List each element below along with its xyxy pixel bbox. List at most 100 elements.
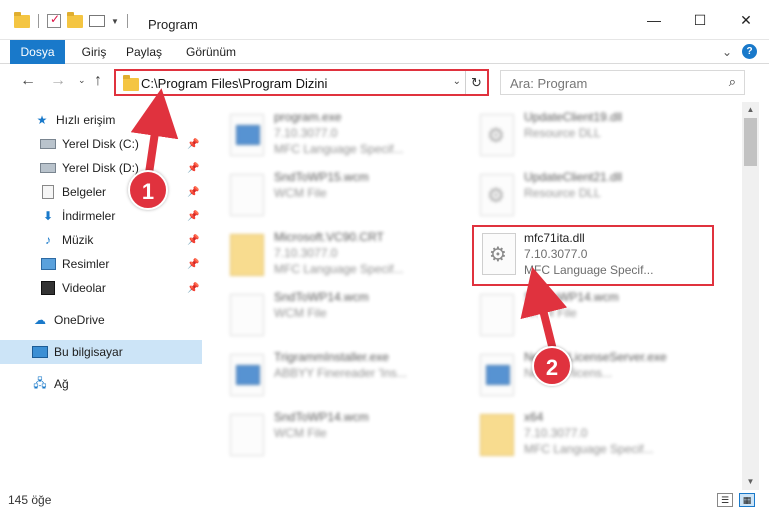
sidebar-item-onedrive[interactable]: ☁ OneDrive [0, 308, 202, 332]
search-input[interactable]: Ara: Program ⌕ [500, 70, 745, 95]
sidebar-item-music[interactable]: ♪ Müzik 📌 [0, 228, 202, 252]
application-icon [230, 354, 264, 396]
sidebar-item-local-disk-c[interactable]: Yerel Disk (C:) 📌 [0, 132, 202, 156]
scroll-thumb[interactable] [744, 118, 757, 166]
navigation-pane: ★ Hızlı erişim Yerel Disk (C:) 📌 Yerel D… [0, 102, 205, 490]
sidebar-item-label: Bu bilgisayar [54, 345, 123, 359]
drive-icon [40, 161, 56, 175]
file-name: SndToWP14.wcm [274, 410, 369, 424]
search-placeholder: Ara: Program [510, 76, 588, 91]
file-name: SndToWP15.wcm [274, 170, 369, 184]
back-arrow-icon[interactable]: ← [20, 72, 36, 90]
file-name: SndToWP14.wcm [274, 290, 369, 304]
recent-locations-icon[interactable]: ⌄ [78, 75, 86, 86]
ribbon-right: ⌄ ? [722, 44, 757, 59]
address-bar[interactable]: C:\Program Files\Program Dizini ⌄ ↻ [114, 69, 489, 96]
properties-icon[interactable] [47, 12, 61, 28]
view-toggles: ☰ ▦ [717, 493, 755, 507]
address-dropdown-icon[interactable]: ⌄ [453, 76, 461, 87]
document-icon [480, 294, 514, 336]
window-controls: — ☐ ✕ [631, 0, 769, 40]
documents-icon [40, 185, 56, 199]
file-type: WCM File [274, 306, 327, 320]
search-icon[interactable]: ⌕ [729, 74, 736, 90]
file-name: Microsoft.VC90.CRT [274, 230, 384, 244]
details-view-icon[interactable]: ☰ [717, 493, 733, 507]
tab-share[interactable]: Paylaş [120, 40, 168, 64]
minimize-button[interactable]: — [631, 0, 677, 40]
quick-access-toolbar: ▼ [14, 11, 130, 28]
pin-icon[interactable]: 📌 [187, 283, 199, 294]
sidebar-item-label: İndirmeler [62, 209, 116, 223]
pin-icon[interactable]: 📌 [187, 259, 199, 270]
dll-file-icon [480, 174, 514, 216]
list-item[interactable]: NetworkLicenseServer.exe Network licens.… [462, 346, 702, 406]
file-type: WCM File [524, 306, 577, 320]
navigation-bar: ← → ⌄ ↑ C:\Program Files\Program Dizini … [0, 64, 769, 102]
sidebar-item-network[interactable]: 🖧 Ağ [0, 372, 202, 396]
pin-icon[interactable]: 📌 [187, 139, 199, 150]
sidebar-item-downloads[interactable]: ⬇ İndirmeler 📌 [0, 204, 202, 228]
document-icon [230, 294, 264, 336]
up-arrow-icon[interactable]: ↑ [94, 72, 102, 90]
folder-icon [123, 75, 139, 91]
application-icon [480, 354, 514, 396]
toolbar-divider [126, 14, 128, 28]
list-item[interactable]: Microsoft.VC90.CRT 7.10.3077.0 MFC Langu… [212, 226, 452, 286]
sidebar-item-quick-access[interactable]: ★ Hızlı erişim [0, 108, 202, 132]
sidebar-item-label: Müzik [62, 233, 94, 247]
dll-file-icon [480, 114, 514, 156]
computer-icon [32, 345, 48, 359]
pin-icon[interactable]: 📌 [187, 187, 199, 198]
file-description: MFC Language Specif... [524, 263, 654, 277]
pin-icon[interactable]: 📌 [187, 211, 199, 222]
pin-icon[interactable]: 📌 [187, 235, 199, 246]
qat-dropdown-icon[interactable]: ▼ [111, 17, 119, 26]
list-item[interactable]: TrigrammInstaller.exe ABBYY Finereader '… [212, 346, 452, 406]
list-item[interactable]: UpdateClient21.dll Resource DLL [462, 166, 702, 226]
videos-icon [40, 281, 56, 295]
list-item[interactable]: SndToWP14.wcm WCM File [212, 286, 452, 346]
file-version: 7.10.3077.0 [524, 247, 588, 261]
new-folder-icon[interactable] [67, 11, 83, 28]
status-bar: 145 öğe ☰ ▦ [0, 490, 769, 512]
sidebar-item-this-pc[interactable]: Bu bilgisayar [0, 340, 202, 364]
sidebar-item-label: Ağ [54, 377, 69, 391]
tab-home[interactable]: Giriş [72, 40, 116, 64]
folder-icon [230, 234, 264, 276]
list-item[interactable]: x64 7.10.3077.0 MFC Language Specif... [462, 406, 702, 466]
window-title: Program [148, 17, 198, 32]
sidebar-item-documents[interactable]: Belgeler 📌 [0, 180, 202, 204]
tiles-view-icon[interactable]: ▦ [739, 493, 755, 507]
file-type: WCM File [274, 426, 327, 440]
address-path[interactable]: C:\Program Files\Program Dizini [141, 76, 327, 91]
highlighted-file-mfc71ita[interactable]: mfc71ita.dll 7.10.3077.0 MFC Language Sp… [472, 225, 714, 286]
pin-icon[interactable]: 📌 [187, 163, 199, 174]
help-icon[interactable]: ? [742, 44, 757, 59]
file-version: 7.10.3077.0 [524, 426, 588, 440]
sidebar-item-videos[interactable]: Videolar 📌 [0, 276, 202, 300]
item-count: 145 öğe [8, 493, 52, 507]
scroll-up-icon[interactable]: ▲ [742, 102, 759, 118]
tab-view[interactable]: Görünüm [180, 40, 242, 64]
file-type: WCM File [274, 186, 327, 200]
list-item[interactable]: SndToWP14.wcm WCM File [462, 286, 702, 346]
file-description: ABBYY Finereader 'Ins... [274, 366, 407, 380]
maximize-button[interactable]: ☐ [677, 0, 723, 40]
sidebar-item-pictures[interactable]: Resimler 📌 [0, 252, 202, 276]
customize-icon[interactable] [89, 15, 105, 27]
close-button[interactable]: ✕ [723, 0, 769, 40]
list-item[interactable]: SndToWP14.wcm WCM File [212, 406, 452, 466]
music-icon: ♪ [45, 233, 51, 247]
file-name: program.exe [274, 110, 342, 124]
sidebar-item-local-disk-d[interactable]: Yerel Disk (D:) 📌 [0, 156, 202, 180]
list-item[interactable]: UpdateClient19.dll Resource DLL [462, 106, 702, 166]
vertical-scrollbar[interactable]: ▲ ▼ [742, 102, 759, 490]
sidebar-item-label: Hızlı erişim [56, 113, 116, 127]
list-item[interactable]: program.exe 7.10.3077.0 MFC Language Spe… [212, 106, 452, 166]
list-item[interactable]: SndToWP15.wcm WCM File [212, 166, 452, 226]
refresh-icon[interactable]: ↻ [465, 71, 487, 94]
scroll-down-icon[interactable]: ▼ [742, 474, 759, 490]
forward-arrow-icon[interactable]: → [50, 72, 66, 90]
expand-ribbon-icon[interactable]: ⌄ [722, 45, 732, 59]
